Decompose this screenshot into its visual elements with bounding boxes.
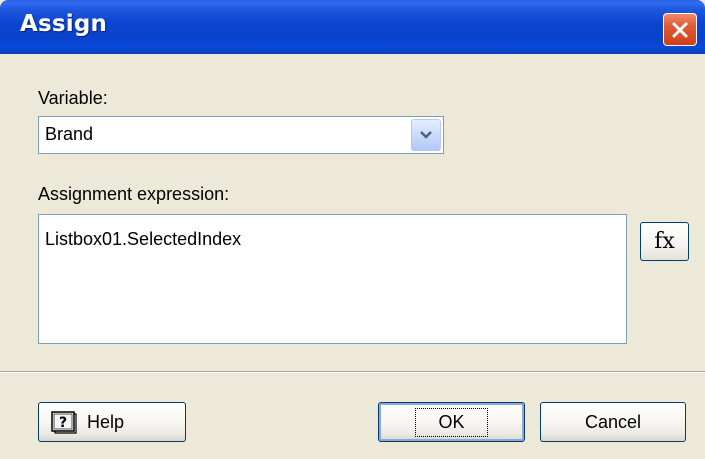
expression-builder-button[interactable]: fx bbox=[640, 222, 689, 261]
help-button[interactable]: ? Help bbox=[38, 402, 186, 442]
close-icon bbox=[672, 22, 688, 37]
chevron-down-icon bbox=[420, 131, 432, 139]
svg-text:?: ? bbox=[59, 415, 67, 431]
cancel-button[interactable]: Cancel bbox=[540, 402, 686, 442]
assignment-expression-input[interactable]: Listbox01.SelectedIndex bbox=[38, 214, 627, 344]
variable-label: Variable: bbox=[38, 88, 108, 108]
variable-dropdown-button[interactable] bbox=[411, 119, 441, 151]
ok-button[interactable]: OK bbox=[378, 402, 525, 442]
divider bbox=[0, 371, 705, 373]
cancel-button-label: Cancel bbox=[584, 411, 642, 432]
window-title: Assign bbox=[20, 11, 108, 37]
fx-icon: fx bbox=[654, 229, 675, 254]
variable-select[interactable]: Brand bbox=[38, 116, 444, 154]
title-bar[interactable]: Assign bbox=[0, 0, 705, 54]
help-book-icon: ? bbox=[51, 411, 77, 434]
assign-dialog: Assign Variable: Brand Assignment expres… bbox=[0, 0, 705, 459]
assignment-expression-value: Listbox01.SelectedIndex bbox=[45, 229, 242, 249]
close-button[interactable] bbox=[663, 13, 697, 46]
ok-button-label: OK bbox=[415, 407, 488, 437]
help-button-label: Help bbox=[87, 411, 125, 432]
assignment-expression-label: Assignment expression: bbox=[38, 184, 230, 204]
variable-selected-value: Brand bbox=[45, 124, 94, 144]
